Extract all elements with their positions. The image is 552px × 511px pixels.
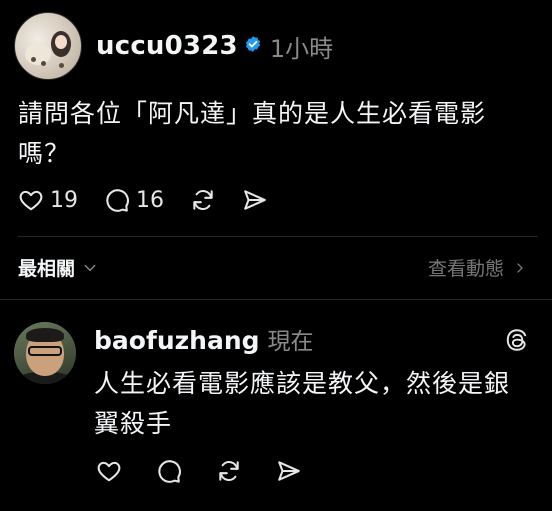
post-header: uccu0323 1小時	[14, 12, 333, 80]
repost-icon	[219, 460, 239, 482]
threads-logo-icon[interactable]	[504, 327, 530, 353]
post-action-bar: 19 16	[18, 187, 294, 213]
divider	[0, 299, 552, 300]
comment-icon	[158, 460, 181, 483]
chevron-right-icon	[517, 262, 523, 273]
like-button[interactable]	[96, 458, 122, 484]
reply-timestamp: 現在	[267, 329, 314, 355]
share-button[interactable]	[242, 187, 268, 213]
view-activity-label: 查看動態	[427, 258, 504, 280]
comment-button[interactable]	[156, 458, 182, 484]
sort-dropdown[interactable]: 最相關	[18, 254, 97, 281]
reply-header: baofuzhang 現在	[94, 322, 314, 356]
comment-button[interactable]: 16	[104, 187, 164, 213]
view-activity-link[interactable]: 查看動態	[428, 254, 526, 281]
reply-body: 人生必看電影應該是教父，然後是銀翼殺手	[94, 369, 511, 438]
verified-badge-icon	[245, 36, 260, 52]
author-username[interactable]: uccu0323	[96, 31, 238, 61]
repost-button[interactable]	[216, 458, 242, 484]
like-count: 19	[50, 187, 78, 213]
threads-post-screen: uccu0323 1小時 請問各位「阿凡達」真的是人生必看電影嗎？ 19 16	[0, 0, 552, 511]
chevron-down-icon	[84, 264, 96, 271]
share-icon	[278, 461, 300, 481]
reply-username[interactable]: baofuzhang	[94, 326, 260, 355]
like-button[interactable]: 19	[18, 187, 78, 213]
post-body: 請問各位「阿凡達」真的是人生必看電影嗎？	[18, 99, 487, 168]
share-icon	[244, 190, 266, 210]
reply-action-bar	[96, 458, 328, 484]
sort-label: 最相關	[18, 258, 76, 280]
repost-icon	[193, 189, 213, 211]
reply-avatar[interactable]	[14, 322, 76, 384]
share-button[interactable]	[276, 458, 302, 484]
author-avatar[interactable]	[14, 12, 82, 80]
repost-button[interactable]	[190, 187, 216, 213]
comment-icon	[106, 189, 129, 212]
heart-icon	[19, 190, 43, 211]
heart-icon	[97, 461, 121, 482]
post-timestamp: 1小時	[269, 34, 334, 63]
divider	[18, 236, 538, 237]
comment-count: 16	[136, 187, 164, 213]
